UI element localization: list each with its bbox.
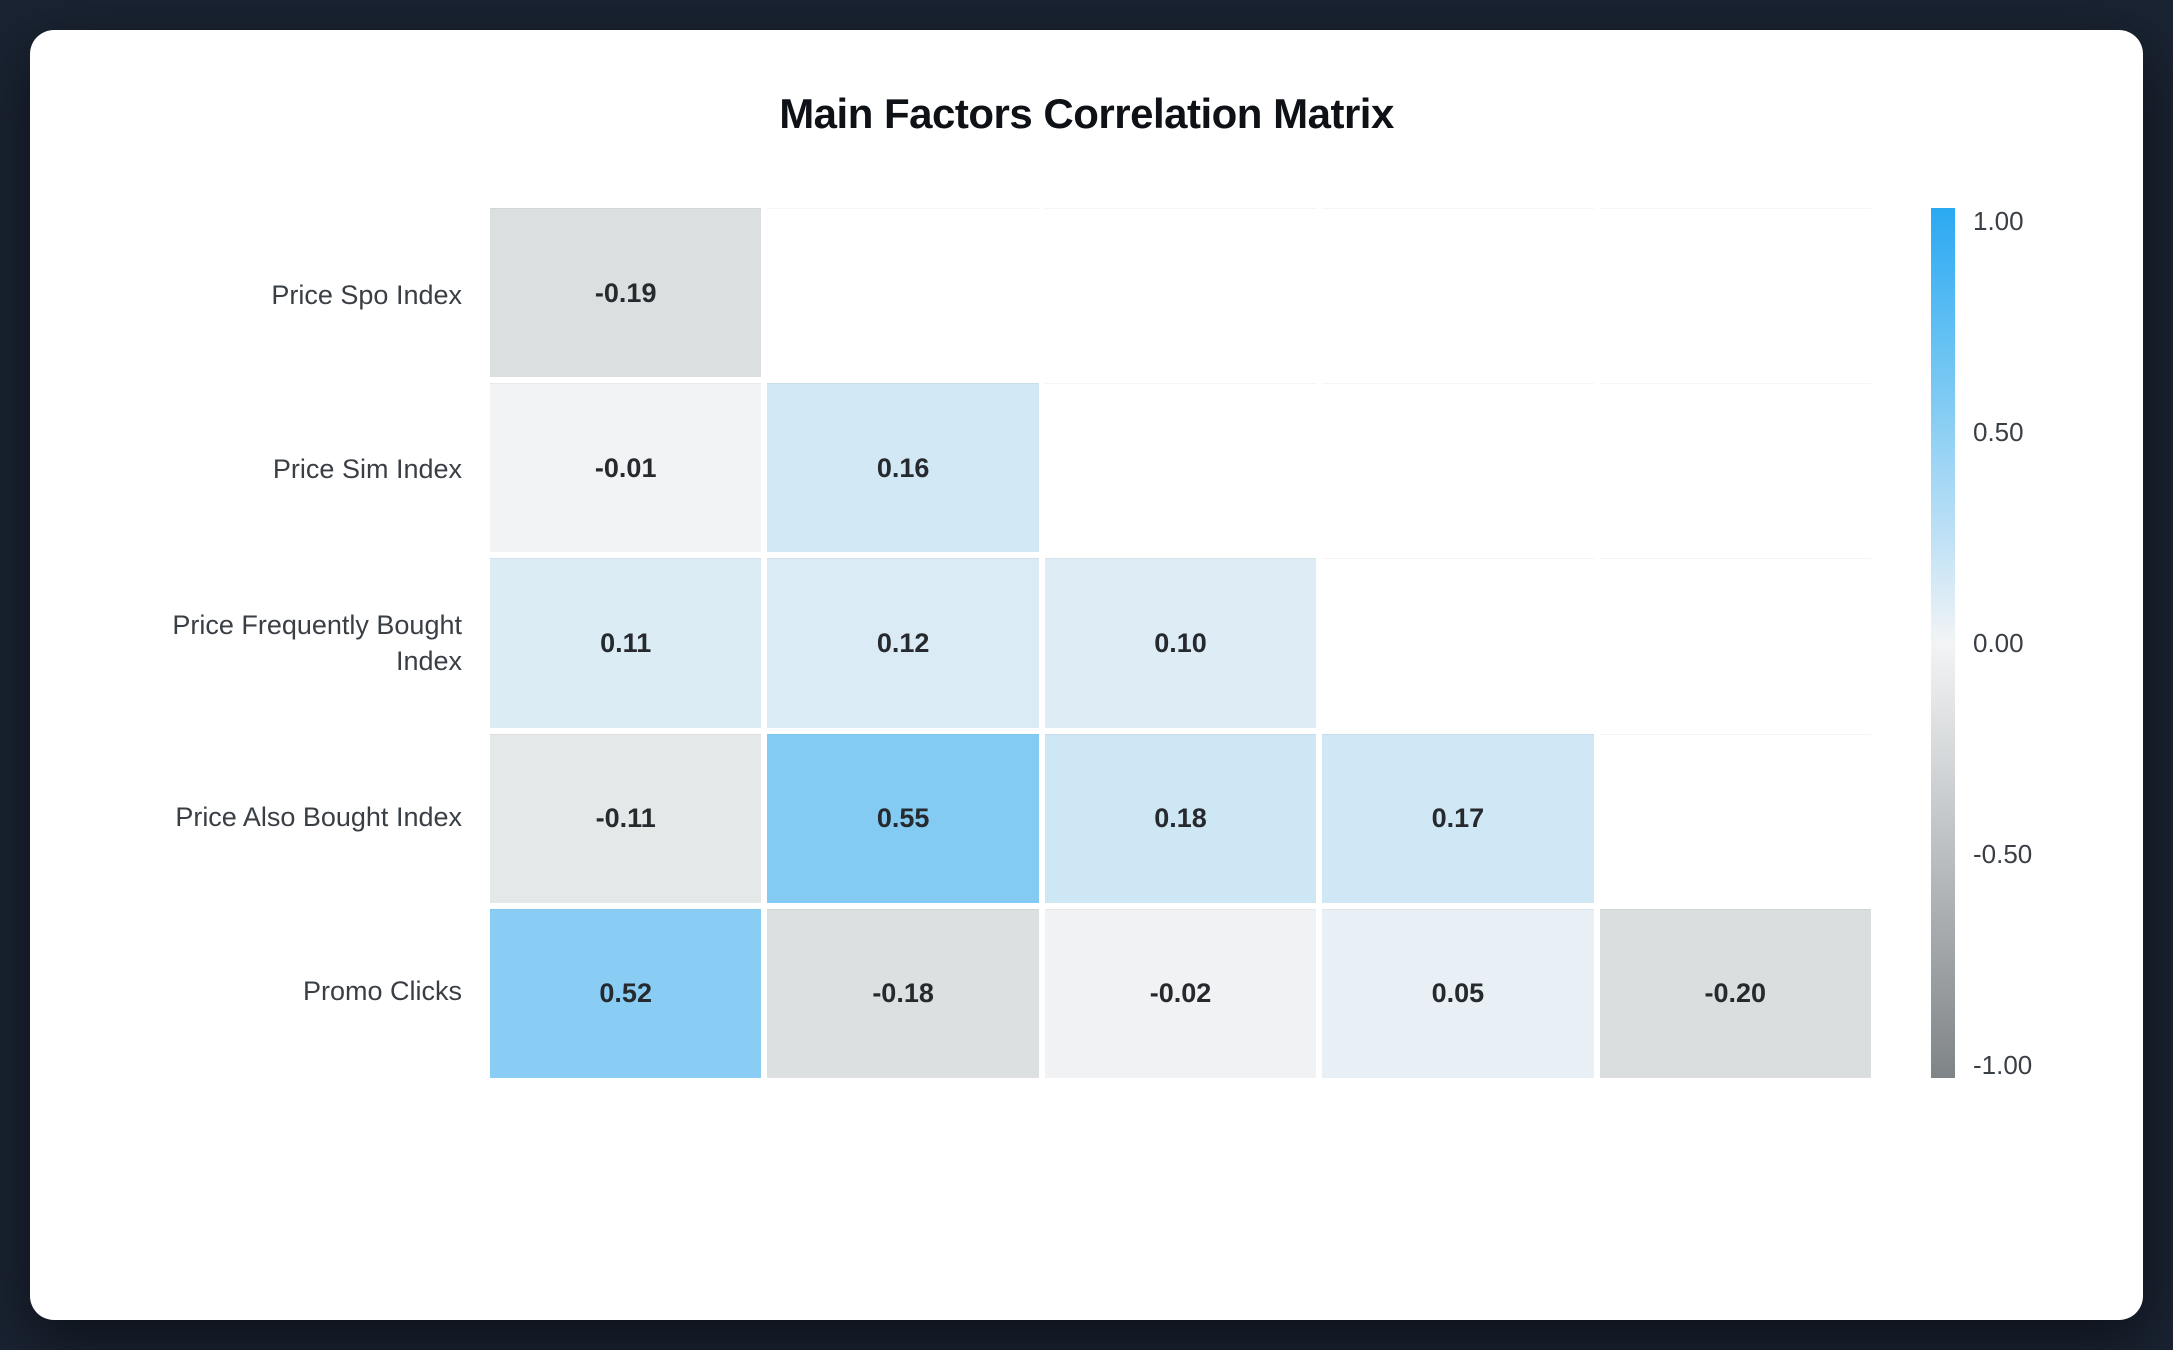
row-labels: Price Spo IndexPrice Sim IndexPrice Freq… [110, 208, 490, 1078]
row-label: Promo Clicks [110, 904, 490, 1078]
row-label: Price Sim Index [110, 382, 490, 556]
heatmap-cell [1045, 383, 1316, 552]
chart-area: Price Spo IndexPrice Sim IndexPrice Freq… [110, 208, 2063, 1078]
colorbar-tick: 0.00 [1973, 630, 2053, 656]
heatmap-cell: 0.05 [1322, 909, 1593, 1078]
colorbar-tick: 1.00 [1973, 208, 2053, 234]
heatmap-cell: -0.11 [490, 734, 761, 903]
heatmap-cell [767, 208, 1038, 377]
row-label: Price Also Bought Index [110, 730, 490, 904]
heatmap-cell: 0.17 [1322, 734, 1593, 903]
heatmap-cell: -0.19 [490, 208, 761, 377]
colorbar-ticks: 1.00 0.50 0.00 -0.50 -1.00 [1973, 208, 2053, 1078]
heatmap-cell: -0.20 [1600, 909, 1871, 1078]
row-label: Price Frequently Bought Index [110, 556, 490, 730]
colorbar: 1.00 0.50 0.00 -0.50 -1.00 [1931, 208, 2063, 1078]
chart-title: Main Factors Correlation Matrix [110, 90, 2063, 138]
heatmap-cell [1600, 208, 1871, 377]
heatmap-grid: -0.19-0.010.160.110.120.10-0.110.550.180… [490, 208, 1871, 1078]
heatmap-cell: 0.11 [490, 558, 761, 727]
colorbar-tick: -0.50 [1973, 841, 2053, 867]
heatmap-cell: -0.02 [1045, 909, 1316, 1078]
row-label: Price Spo Index [110, 208, 490, 382]
heatmap-cell [1045, 208, 1316, 377]
heatmap-cell: 0.52 [490, 909, 761, 1078]
heatmap-cell: -0.01 [490, 383, 761, 552]
heatmap-cell: 0.16 [767, 383, 1038, 552]
heatmap-cell [1600, 734, 1871, 903]
heatmap-cell [1322, 383, 1593, 552]
chart-card: Main Factors Correlation Matrix Price Sp… [30, 30, 2143, 1320]
heatmap-cell [1600, 383, 1871, 552]
heatmap-cell: 0.55 [767, 734, 1038, 903]
colorbar-tick: -1.00 [1973, 1052, 2053, 1078]
heatmap-cell: 0.18 [1045, 734, 1316, 903]
colorbar-gradient [1931, 208, 1955, 1078]
heatmap-cell: 0.10 [1045, 558, 1316, 727]
heatmap-cell: -0.18 [767, 909, 1038, 1078]
heatmap-cell [1322, 208, 1593, 377]
colorbar-tick: 0.50 [1973, 419, 2053, 445]
heatmap-cell: 0.12 [767, 558, 1038, 727]
heatmap-cell [1322, 558, 1593, 727]
heatmap-cell [1600, 558, 1871, 727]
heatmap-matrix: Price Spo IndexPrice Sim IndexPrice Freq… [110, 208, 1871, 1078]
